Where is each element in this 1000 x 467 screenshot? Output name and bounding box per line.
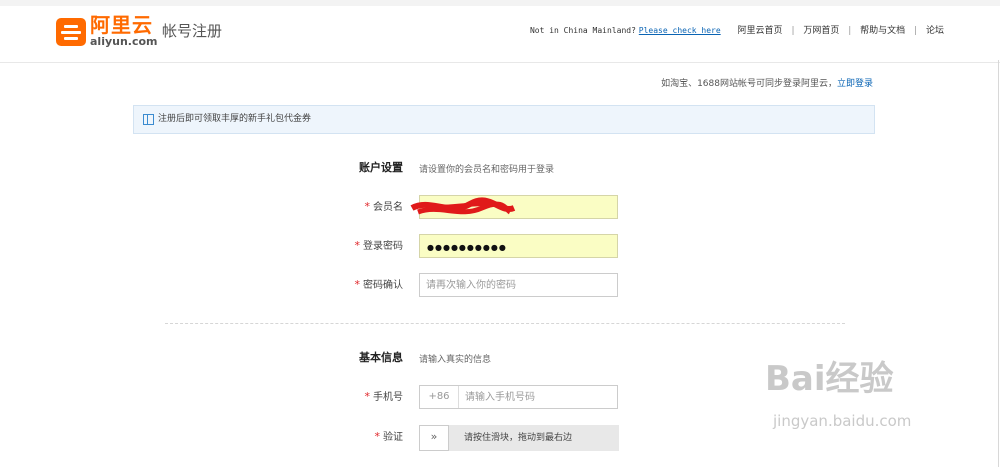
page-title: 帐号注册: [162, 22, 223, 40]
login-now-link[interactable]: 立即登录: [837, 79, 873, 89]
section-divider: [165, 323, 845, 324]
confirm-password-label: * 密码确认: [354, 278, 404, 291]
required-mark: *: [354, 239, 361, 252]
login-hint: 如淘宝、1688网站帐号可同步登录阿里云，立即登录: [661, 78, 873, 90]
nav-link-forum[interactable]: 论坛: [926, 26, 944, 36]
aliyun-logo-icon[interactable]: [56, 18, 86, 46]
gift-icon: [143, 114, 154, 125]
country-code-prefix[interactable]: +86: [420, 386, 459, 408]
password-value: ●●●●●●●●●●: [427, 243, 507, 252]
confirm-password-input[interactable]: 请再次输入你的密码: [419, 273, 618, 297]
nav-link-aliyun-home[interactable]: 阿里云首页: [738, 26, 783, 36]
redaction-scribble: [410, 197, 516, 215]
username-label: * 会员名: [364, 200, 404, 213]
nav-link-wanwang-home[interactable]: 万网首页: [803, 26, 839, 36]
required-mark: *: [354, 278, 361, 291]
watermark-url: jingyan.baidu.com: [773, 412, 912, 430]
basic-section-desc: 请输入真实的信息: [419, 355, 492, 365]
nav-separator: |: [791, 26, 795, 36]
phone-input[interactable]: +86 请输入手机号码: [419, 385, 618, 409]
logo-text-en[interactable]: aliyun.com: [90, 36, 158, 48]
account-section-desc: 请设置你的会员名和密码用于登录: [419, 165, 555, 175]
required-mark: *: [374, 430, 381, 443]
slider-instruction: 请按住滑块，拖动到最右边: [464, 433, 573, 443]
account-section-title: 账户设置: [359, 161, 403, 174]
slider-handle[interactable]: »: [419, 425, 449, 451]
nav-separator: |: [914, 26, 918, 36]
nav-separator: |: [848, 26, 852, 36]
confirm-password-placeholder: 请再次输入你的密码: [426, 280, 516, 291]
notice-text: 注册后即可领取丰厚的新手礼包代金券: [158, 114, 312, 124]
phone-placeholder: 请输入手机号码: [465, 392, 535, 403]
slider-captcha[interactable]: » 请按住滑块，拖动到最右边: [419, 425, 619, 451]
password-input[interactable]: ●●●●●●●●●●: [419, 234, 618, 258]
watermark-brand: Bai经验: [765, 359, 894, 399]
new-user-notice: 注册后即可领取丰厚的新手礼包代金券: [133, 105, 875, 134]
login-hint-text: 如淘宝、1688网站帐号可同步登录阿里云，: [661, 79, 837, 89]
verify-label: * 验证: [374, 430, 404, 443]
baidu-jingyan-watermark: Bai经验 jingyan.baidu.com: [765, 359, 911, 430]
top-nav: Not in China Mainland? Please check here…: [530, 25, 944, 37]
not-in-china-text: Not in China Mainland?: [529, 26, 636, 35]
check-here-link[interactable]: Please check here: [639, 26, 721, 35]
password-label: * 登录密码: [354, 239, 404, 252]
phone-label: * 手机号: [364, 390, 404, 403]
logo-text-cn[interactable]: 阿里云: [90, 14, 153, 36]
nav-link-help-docs[interactable]: 帮助与文档: [860, 26, 905, 36]
required-mark: *: [364, 200, 371, 213]
basic-section-title: 基本信息: [359, 351, 403, 364]
required-mark: *: [364, 390, 371, 403]
right-edge-line: [998, 60, 999, 467]
